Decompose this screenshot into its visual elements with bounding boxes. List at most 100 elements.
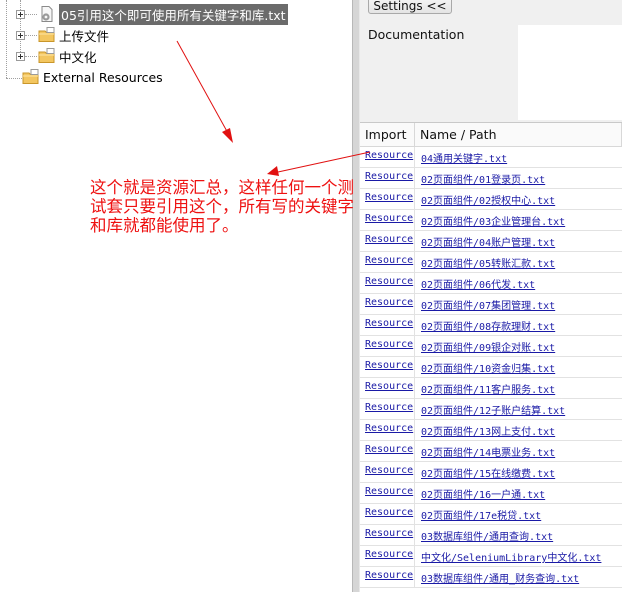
table-row[interactable]: Resource 02页面组件/03企业管理台.txt xyxy=(360,210,622,231)
table-row[interactable]: Resource 02页面组件/11客户服务.txt xyxy=(360,378,622,399)
import-type-link[interactable]: Resource xyxy=(365,570,413,581)
table-row[interactable]: Resource 02页面组件/02授权中心.txt xyxy=(360,189,622,210)
tree-item-external-resources[interactable]: External Resources xyxy=(22,67,163,87)
table-row[interactable]: Resource 04通用关键字.txt xyxy=(360,147,622,168)
table-row[interactable]: Resource 02页面组件/06代发.txt xyxy=(360,273,622,294)
resource-path-link[interactable]: 02页面组件/07集团管理.txt xyxy=(421,297,555,312)
resource-path-link[interactable]: 02页面组件/11客户服务.txt xyxy=(421,381,555,396)
cell-divider xyxy=(414,420,415,441)
table-row[interactable]: Resource 02页面组件/14电票业务.txt xyxy=(360,441,622,462)
resource-path-link[interactable]: 02页面组件/15在线缴费.txt xyxy=(421,465,555,480)
cell-divider xyxy=(414,483,415,504)
import-type-link[interactable]: Resource xyxy=(365,150,413,161)
import-type-link[interactable]: Resource xyxy=(365,423,413,434)
table-row[interactable]: Resource 03数据库组件/通用查询.txt xyxy=(360,525,622,546)
table-row[interactable]: Resource 02页面组件/07集团管理.txt xyxy=(360,294,622,315)
annotation-text: 这个就是资源汇总，这样任何一个测试套只要引用这个，所有写的关键字和库就都能使用了… xyxy=(90,178,354,235)
import-type-link[interactable]: Resource xyxy=(365,213,413,224)
resource-path-link[interactable]: 02页面组件/16一户通.txt xyxy=(421,486,545,501)
import-type-link[interactable]: Resource xyxy=(365,402,413,413)
editor-pane: Settings << Documentation Import Name / … xyxy=(360,0,622,593)
table-row[interactable]: Resource 中文化/SeleniumLibrary中文化.txt xyxy=(360,546,622,567)
cell-divider xyxy=(414,357,415,378)
cell-divider xyxy=(414,525,415,546)
table-row[interactable]: Resource 02页面组件/10资金归集.txt xyxy=(360,357,622,378)
import-type-link[interactable]: Resource xyxy=(365,360,413,371)
resource-path-link[interactable]: 02页面组件/01登录页.txt xyxy=(421,171,545,186)
tree-item-upload-folder[interactable]: 上传文件 xyxy=(38,25,109,45)
cell-divider xyxy=(414,294,415,315)
import-type-link[interactable]: Resource xyxy=(365,486,413,497)
resource-path-link[interactable]: 04通用关键字.txt xyxy=(421,150,507,165)
cell-divider xyxy=(414,210,415,231)
table-row[interactable]: Resource 02页面组件/15在线缴费.txt xyxy=(360,462,622,483)
table-row[interactable]: Resource 02页面组件/17e税贷.txt xyxy=(360,504,622,525)
import-type-link[interactable]: Resource xyxy=(365,318,413,329)
table-row[interactable]: Resource 02页面组件/12子账户结算.txt xyxy=(360,399,622,420)
table-row[interactable]: Resource 02页面组件/08存款理财.txt xyxy=(360,315,622,336)
documentation-label: Documentation xyxy=(368,27,465,42)
cell-divider xyxy=(414,567,415,588)
tree-item-label: External Resources xyxy=(43,69,163,85)
resource-path-link[interactable]: 02页面组件/05转账汇款.txt xyxy=(421,255,555,270)
tree-item-chinese-folder[interactable]: 中文化 xyxy=(38,46,97,66)
table-row[interactable]: Resource 02页面组件/13网上支付.txt xyxy=(360,420,622,441)
resource-path-link[interactable]: 中文化/SeleniumLibrary中文化.txt xyxy=(421,549,601,564)
import-type-link[interactable]: Resource xyxy=(365,192,413,203)
tree-item-label: 中文化 xyxy=(59,49,97,65)
tree-item-resource-file[interactable]: 05引用这个即可使用所有关键字和库.txt xyxy=(38,3,288,25)
table-row[interactable]: Resource 02页面组件/04账户管理.txt xyxy=(360,231,622,252)
import-type-link[interactable]: Resource xyxy=(365,255,413,266)
resource-path-link[interactable]: 03数据库组件/通用_财务查询.txt xyxy=(421,570,579,585)
tree-connector xyxy=(25,35,37,36)
table-row[interactable]: Resource 02页面组件/09银企对账.txt xyxy=(360,336,622,357)
resource-path-link[interactable]: 02页面组件/08存款理财.txt xyxy=(421,318,555,333)
import-type-link[interactable]: Resource xyxy=(365,234,413,245)
resource-path-link[interactable]: 02页面组件/02授权中心.txt xyxy=(421,192,555,207)
import-type-link[interactable]: Resource xyxy=(365,507,413,518)
tree-item-label: 05引用这个即可使用所有关键字和库.txt xyxy=(59,3,288,25)
cell-divider xyxy=(414,147,415,168)
resource-path-link[interactable]: 02页面组件/06代发.txt xyxy=(421,276,535,291)
table-row[interactable]: Resource 02页面组件/16一户通.txt xyxy=(360,483,622,504)
expand-toggle[interactable] xyxy=(16,31,25,40)
cell-divider xyxy=(414,441,415,462)
tree-connector xyxy=(20,0,21,58)
settings-toggle-button[interactable]: Settings << xyxy=(368,0,452,14)
import-type-link[interactable]: Resource xyxy=(365,444,413,455)
resource-path-link[interactable]: 02页面组件/03企业管理台.txt xyxy=(421,213,565,228)
resource-path-link[interactable]: 02页面组件/12子账户结算.txt xyxy=(421,402,565,417)
folder-icon xyxy=(22,69,39,84)
resource-path-link[interactable]: 03数据库组件/通用查询.txt xyxy=(421,528,553,543)
resource-path-link[interactable]: 02页面组件/14电票业务.txt xyxy=(421,444,555,459)
import-type-link[interactable]: Resource xyxy=(365,171,413,182)
cell-divider xyxy=(414,399,415,420)
documentation-field[interactable] xyxy=(518,25,622,120)
table-row[interactable]: Resource 02页面组件/05转账汇款.txt xyxy=(360,252,622,273)
cell-divider xyxy=(414,504,415,525)
import-type-link[interactable]: Resource xyxy=(365,549,413,560)
folder-icon xyxy=(38,27,55,42)
resource-path-link[interactable]: 02页面组件/04账户管理.txt xyxy=(421,234,555,249)
import-type-link[interactable]: Resource xyxy=(365,276,413,287)
resource-path-link[interactable]: 02页面组件/17e税贷.txt xyxy=(421,507,541,522)
expand-toggle[interactable] xyxy=(16,10,25,19)
import-type-link[interactable]: Resource xyxy=(365,339,413,350)
table-row[interactable]: Resource 02页面组件/01登录页.txt xyxy=(360,168,622,189)
pane-splitter[interactable] xyxy=(352,0,360,592)
resource-path-link[interactable]: 02页面组件/09银企对账.txt xyxy=(421,339,555,354)
expand-toggle[interactable] xyxy=(16,52,25,61)
tree-connector xyxy=(6,78,22,79)
column-header-name-path[interactable]: Name / Path xyxy=(415,123,622,147)
cell-divider xyxy=(414,546,415,567)
resource-path-link[interactable]: 02页面组件/10资金归集.txt xyxy=(421,360,555,375)
import-type-link[interactable]: Resource xyxy=(365,297,413,308)
column-header-import[interactable]: Import xyxy=(360,123,415,147)
cell-divider xyxy=(414,168,415,189)
table-row[interactable]: Resource 03数据库组件/通用_财务查询.txt xyxy=(360,567,622,588)
resource-tree: 05引用这个即可使用所有关键字和库.txt 上传文件 中文化 External … xyxy=(0,0,352,592)
resource-path-link[interactable]: 02页面组件/13网上支付.txt xyxy=(421,423,555,438)
import-type-link[interactable]: Resource xyxy=(365,465,413,476)
import-type-link[interactable]: Resource xyxy=(365,381,413,392)
import-type-link[interactable]: Resource xyxy=(365,528,413,539)
